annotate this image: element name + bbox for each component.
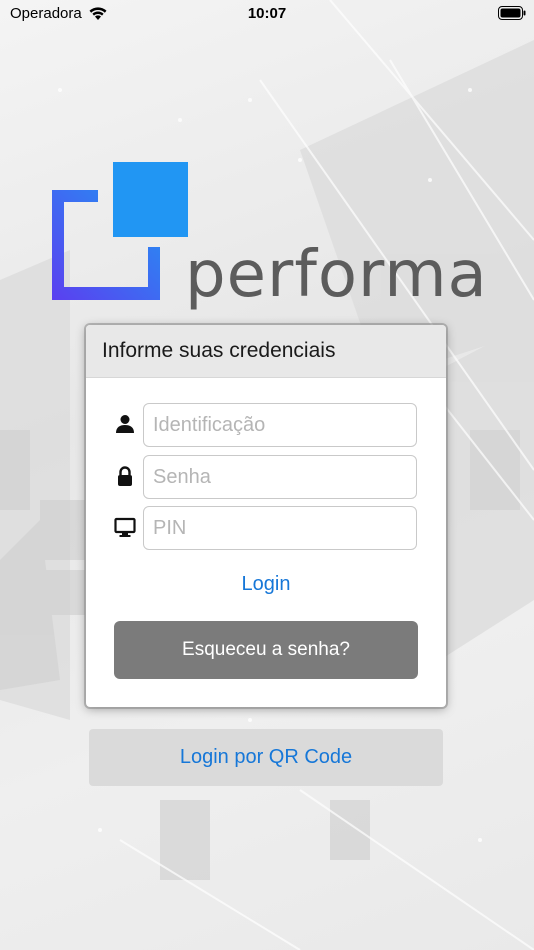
card-title: Informe suas credenciais <box>86 325 446 378</box>
password-input[interactable] <box>143 455 417 499</box>
identification-input[interactable] <box>143 403 417 447</box>
lock-icon <box>118 466 132 486</box>
identification-row <box>86 403 446 447</box>
pin-row <box>86 506 446 550</box>
qr-code-login-button[interactable]: Login por QR Code <box>89 729 443 786</box>
pin-input[interactable] <box>143 506 417 550</box>
brand-wordmark: performa <box>185 238 488 312</box>
clock: 10:07 <box>247 5 287 22</box>
forgot-password-button[interactable]: Esqueceu a senha? <box>114 621 418 679</box>
user-icon <box>116 415 134 433</box>
status-bar: Operadora 10:07 <box>0 0 534 30</box>
monitor-icon <box>114 517 136 537</box>
battery-icon <box>498 6 526 20</box>
password-row <box>86 455 446 499</box>
credentials-card: Informe suas credenciais Login Esqueceu … <box>86 325 446 707</box>
login-button[interactable]: Login <box>86 573 446 596</box>
